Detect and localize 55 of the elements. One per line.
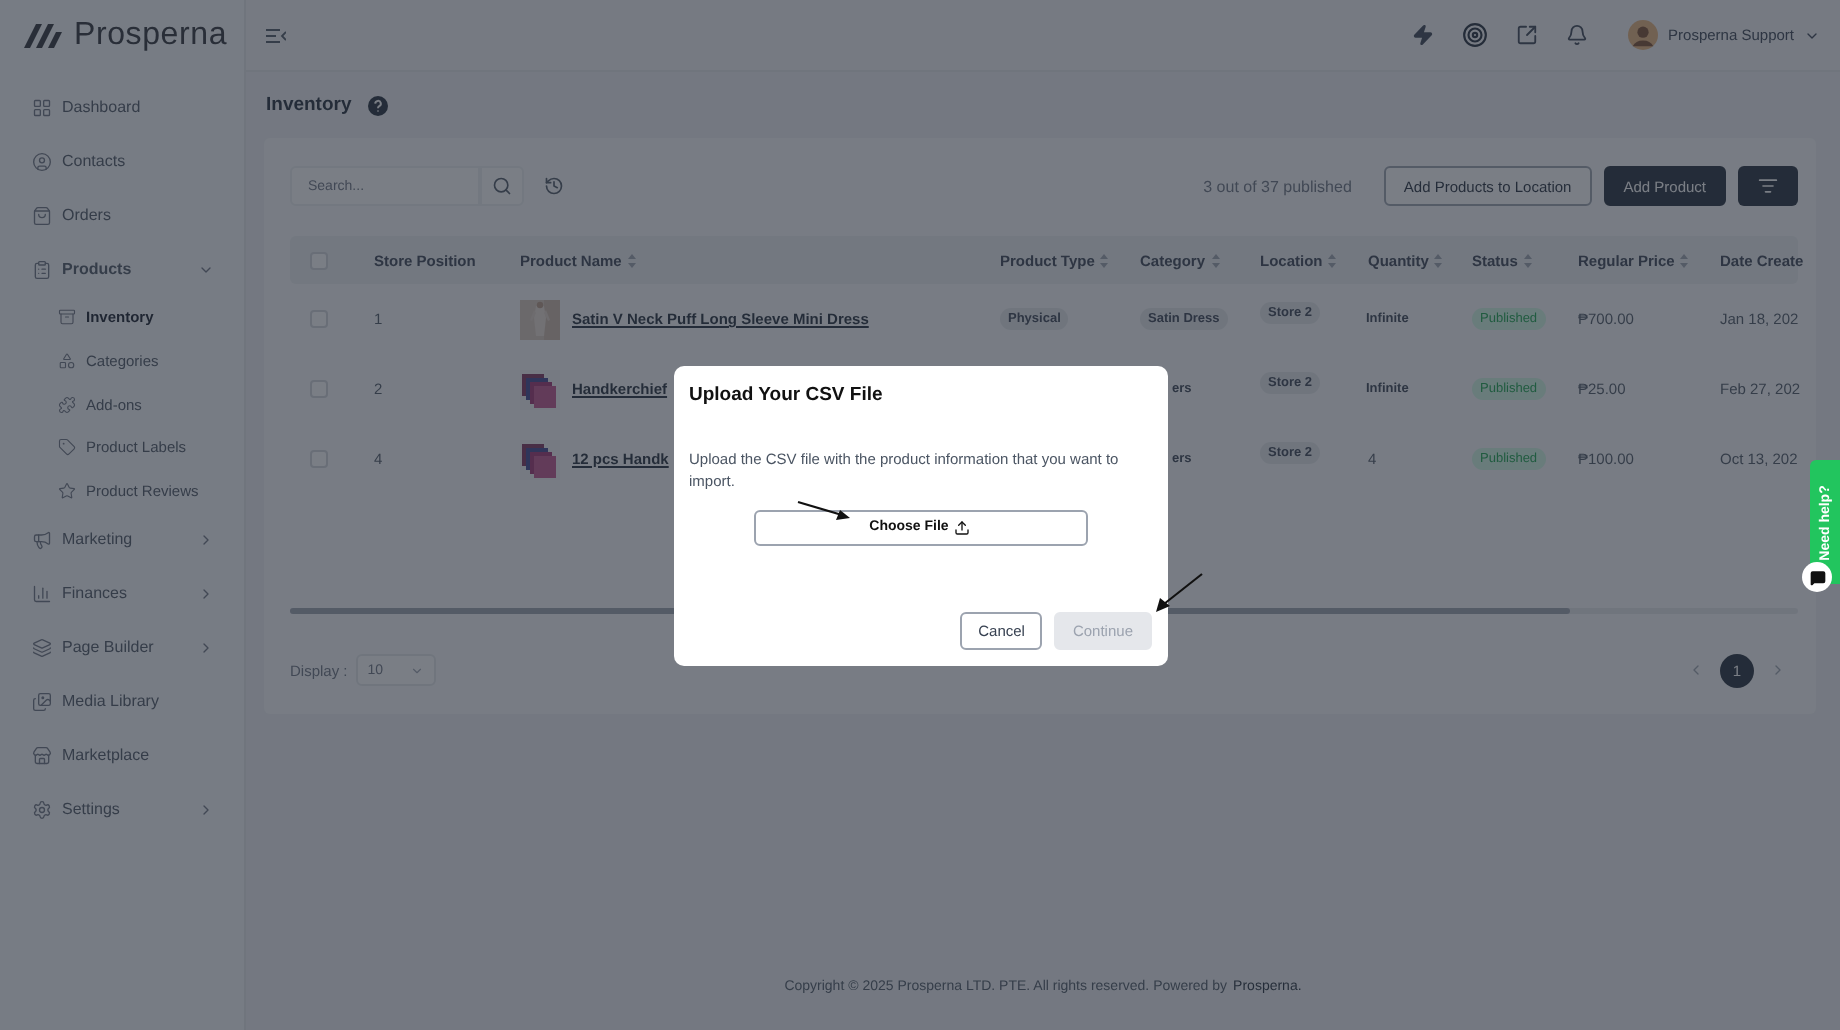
page-title: Inventory — [266, 94, 352, 116]
chevron-down-icon — [409, 663, 424, 677]
arrow-drawing — [1154, 572, 1204, 614]
sidebar-item[interactable]: Media Library — [0, 674, 244, 729]
collapse-menu-icon[interactable] — [266, 27, 286, 43]
logo-text: Prosperna — [74, 18, 228, 54]
bell-icon[interactable] — [1566, 24, 1589, 46]
sidebar-item[interactable]: Products — [0, 242, 244, 296]
star-icon — [58, 482, 76, 501]
puzzle-icon — [58, 395, 76, 414]
avatar — [1628, 20, 1659, 50]
images-icon — [32, 691, 52, 712]
sidebar-item[interactable]: Marketing — [0, 512, 244, 567]
sidebar-item[interactable]: Contacts — [0, 134, 244, 188]
sidebar-item[interactable]: Finances — [0, 566, 244, 621]
chat-icon — [1809, 569, 1825, 585]
filter-button[interactable] — [1738, 166, 1798, 206]
sidebar-item[interactable]: Orders — [0, 188, 244, 242]
shopping-bag-icon — [32, 205, 52, 225]
search-icon — [492, 176, 512, 196]
lightning-icon[interactable] — [1412, 24, 1435, 46]
sidebar-item[interactable]: Settings — [0, 782, 244, 837]
layers-icon — [32, 637, 52, 658]
settings-icon — [32, 799, 52, 820]
dashboard-icon — [32, 97, 52, 117]
logo-icon — [24, 24, 64, 48]
previous-page-icon[interactable] — [1688, 662, 1704, 678]
store-icon — [32, 745, 52, 766]
external-link-icon[interactable] — [1516, 24, 1539, 46]
dialog-title: Upload Your CSV File — [689, 383, 885, 405]
next-page-icon[interactable] — [1770, 662, 1786, 678]
sort-icon[interactable] — [1100, 253, 1109, 267]
tag-icon — [58, 438, 76, 457]
user-circle-icon — [32, 151, 52, 171]
sidebar-item[interactable]: Dashboard — [0, 80, 244, 134]
sort-icon[interactable] — [1434, 253, 1443, 267]
bar-chart-icon — [32, 583, 52, 604]
sort-icon[interactable] — [1523, 253, 1532, 267]
shapes-icon — [58, 352, 76, 371]
archive-icon — [58, 308, 76, 327]
filter-icon — [1758, 176, 1778, 196]
sort-icon[interactable] — [627, 253, 636, 267]
megaphone-icon — [32, 529, 52, 550]
arrow-drawing — [796, 500, 852, 520]
sidebar-item[interactable]: Page Builder — [0, 620, 244, 675]
clipboard-icon — [32, 259, 52, 279]
search-button[interactable] — [480, 166, 524, 206]
sort-icon[interactable] — [1328, 253, 1337, 267]
history-icon[interactable] — [544, 176, 564, 196]
target-icon[interactable] — [1462, 22, 1489, 48]
sort-icon[interactable] — [1211, 253, 1220, 267]
upload-icon — [954, 519, 971, 536]
sort-icon[interactable] — [1680, 253, 1689, 267]
sidebar-item[interactable]: Marketplace — [0, 728, 244, 783]
help-icon[interactable] — [367, 95, 388, 115]
